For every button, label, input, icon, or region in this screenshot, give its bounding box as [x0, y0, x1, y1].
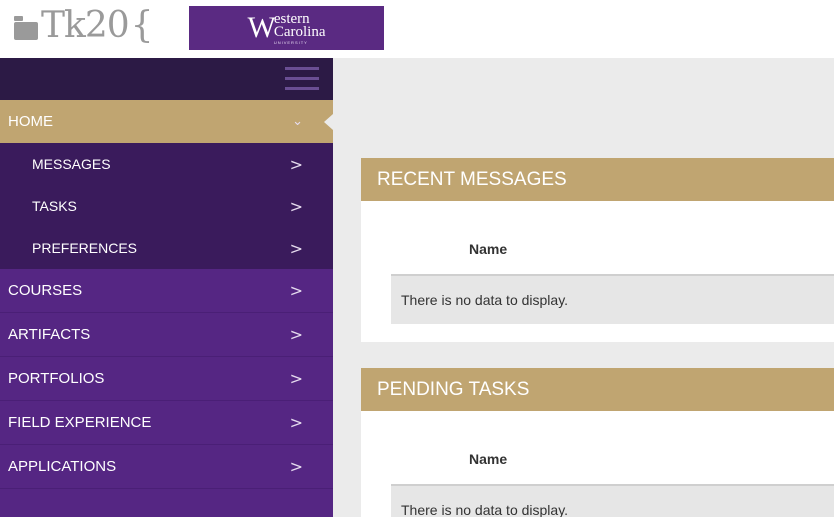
sidebar-item-label: FIELD EXPERIENCE: [8, 414, 152, 431]
main-content: RECENT MESSAGES Name There is no data to…: [333, 58, 834, 517]
sidebar-item-label: APPLICATIONS: [8, 458, 117, 475]
sidebar-item-label: PORTFOLIOS: [8, 370, 105, 387]
sidebar-item-tasks[interactable]: TASKS >: [0, 185, 333, 227]
chevron-right-icon: >: [289, 457, 303, 476]
sidebar-item-messages[interactable]: MESSAGES >: [0, 143, 333, 185]
sidebar-item-home[interactable]: HOME ⌄: [0, 100, 333, 143]
chevron-right-icon: >: [289, 413, 303, 432]
tk20-logo-text: Tk20: [41, 5, 130, 46]
tk20-logo-icon: [14, 16, 38, 40]
hamburger-icon[interactable]: [285, 67, 319, 91]
column-header-name[interactable]: Name: [391, 201, 834, 276]
column-header-name[interactable]: Name: [391, 411, 834, 486]
recent-messages-panel: RECENT MESSAGES Name There is no data to…: [361, 158, 834, 342]
sidebar-toolbar: [0, 58, 333, 100]
sidebar-item-label: HOME: [8, 113, 53, 130]
sidebar-item-label: MESSAGES: [32, 156, 111, 172]
sidebar-item-preferences[interactable]: PREFERENCES >: [0, 227, 333, 269]
sidebar-item-label: COURSES: [8, 282, 83, 299]
university-logo-line3: UNIVERSITY: [273, 39, 308, 45]
sidebar-item-courses[interactable]: COURSES >: [0, 269, 333, 313]
chevron-right-icon: >: [289, 281, 303, 300]
tasks-table: Name There is no data to display.: [361, 411, 834, 517]
university-logo[interactable]: W estern Carolina UNIVERSITY: [189, 6, 384, 50]
sidebar-item-field-experience[interactable]: FIELD EXPERIENCE >: [0, 401, 333, 445]
pending-tasks-panel: PENDING TASKS Name There is no data to d…: [361, 368, 834, 517]
panel-title: PENDING TASKS: [361, 368, 834, 411]
active-pointer: [324, 114, 333, 130]
panel-title: RECENT MESSAGES: [361, 158, 834, 201]
sidebar-item-artifacts[interactable]: ARTIFACTS >: [0, 313, 333, 357]
sidebar-item-applications[interactable]: APPLICATIONS >: [0, 445, 333, 489]
sidebar-nav: HOME ⌄ MESSAGES > TASKS > PREFERENCES > …: [0, 58, 333, 517]
empty-table-message: There is no data to display.: [391, 276, 834, 324]
sidebar-item-label: PREFERENCES: [32, 240, 138, 256]
home-submenu: MESSAGES > TASKS > PREFERENCES >: [0, 143, 333, 269]
chevron-right-icon: >: [289, 196, 303, 216]
university-logo-line2: Carolina: [273, 23, 326, 40]
chevron-right-icon: >: [289, 154, 303, 174]
sidebar-item-label: TASKS: [32, 198, 77, 214]
sidebar-item-portfolios[interactable]: PORTFOLIOS >: [0, 357, 333, 401]
sidebar-item-label: ARTIFACTS: [8, 326, 91, 343]
tk20-logo-brace: {: [130, 5, 154, 46]
tk20-logo[interactable]: Tk20 {: [14, 4, 154, 48]
chevron-down-icon: ⌄: [292, 114, 303, 129]
chevron-right-icon: >: [289, 238, 303, 258]
messages-table: Name There is no data to display.: [361, 201, 834, 324]
chevron-right-icon: >: [289, 325, 303, 344]
empty-table-message: There is no data to display.: [391, 486, 834, 517]
university-logo-mark: W: [247, 11, 276, 44]
chevron-right-icon: >: [289, 369, 303, 388]
app-header: Tk20 { W estern Carolina UNIVERSITY: [0, 0, 834, 58]
